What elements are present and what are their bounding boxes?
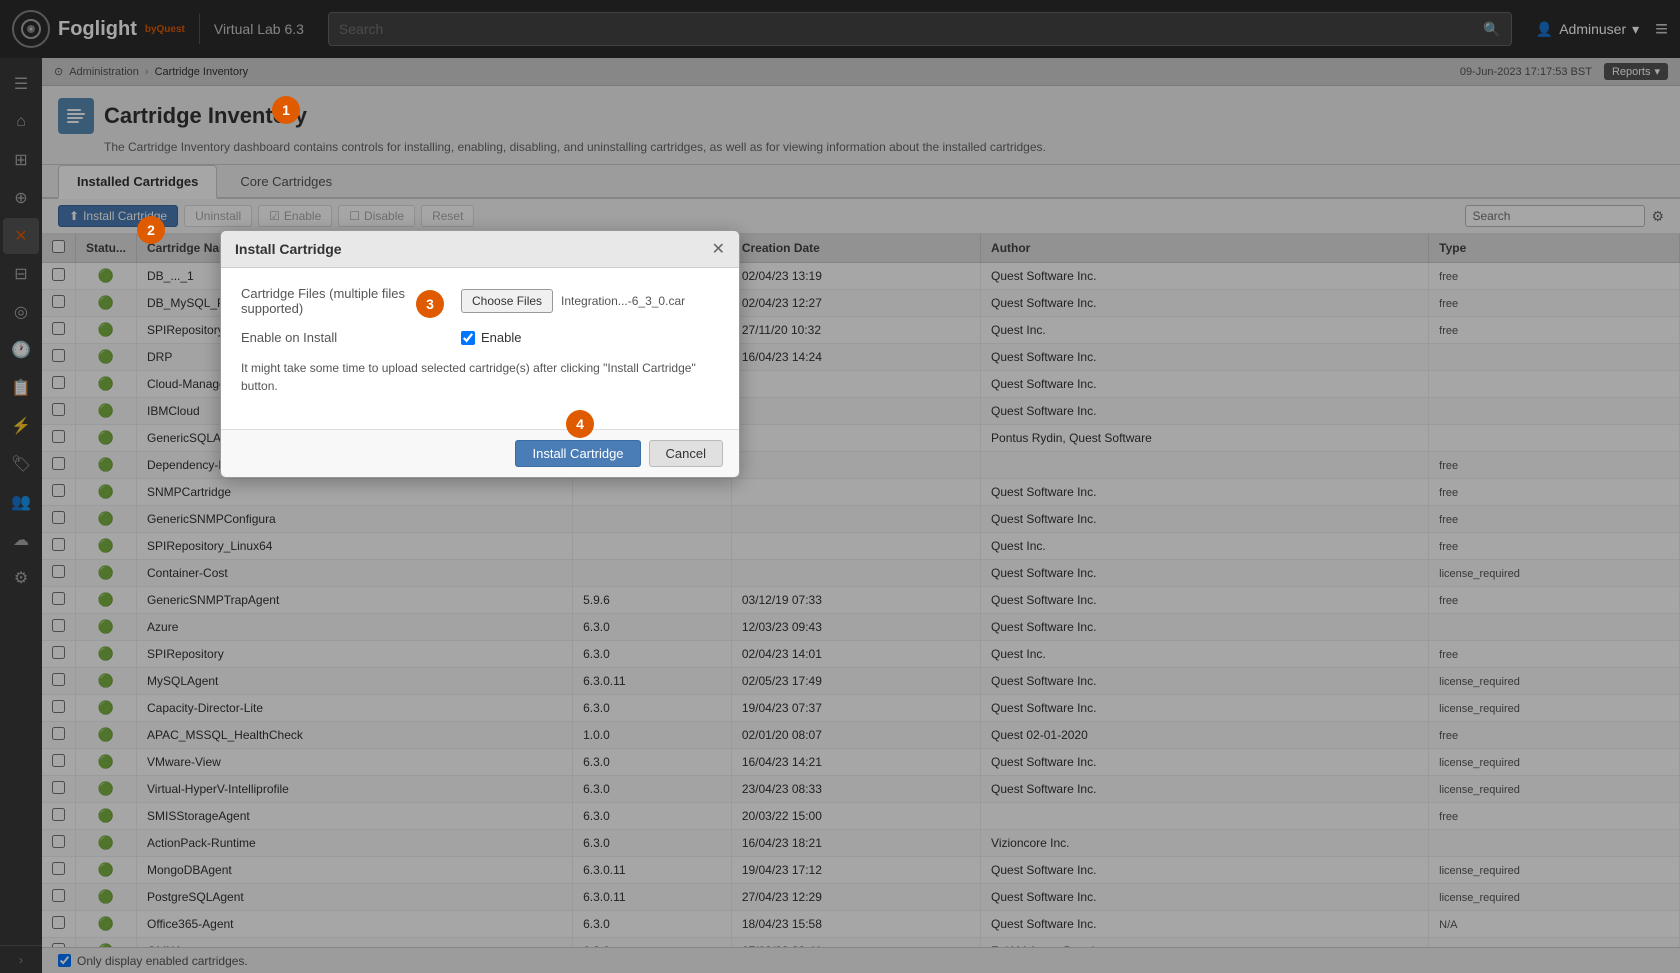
selected-file-name: Integration...-6_3_0.car [561,294,685,308]
step-1-circle: 1 [272,96,300,124]
modal-install-button[interactable]: Install Cartridge [515,440,640,467]
modal-cancel-label: Cancel [666,446,706,461]
modal-note: It might take some time to upload select… [241,359,719,395]
modal-title: Install Cartridge [235,241,342,257]
step-4-circle: 4 [566,410,594,438]
choose-files-button[interactable]: Choose Files [461,289,553,313]
modal-footer: Install Cartridge Cancel [221,429,739,477]
modal-overlay: Install Cartridge ✕ Cartridge Files (mul… [0,0,1680,973]
modal-header: Install Cartridge ✕ [221,231,739,268]
modal-cancel-button[interactable]: Cancel [649,440,723,467]
choose-files-label: Choose Files [472,294,542,308]
install-cartridge-modal: Install Cartridge ✕ Cartridge Files (mul… [220,230,740,478]
modal-enable-label: Enable on Install [241,330,461,345]
modal-body: Cartridge Files (multiple files supporte… [221,268,739,429]
modal-enable-value: Enable [461,330,719,345]
step-3-circle: 3 [416,290,444,318]
modal-close-button[interactable]: ✕ [712,239,725,259]
modal-enable-row: Enable on Install Enable [241,330,719,345]
step-2-circle: 2 [137,216,165,244]
modal-files-value: Choose Files Integration...-6_3_0.car [461,289,719,313]
enable-on-install-checkbox[interactable] [461,331,475,345]
modal-install-label: Install Cartridge [532,446,623,461]
modal-files-row: Cartridge Files (multiple files supporte… [241,286,719,316]
enable-on-install-text: Enable [481,330,521,345]
